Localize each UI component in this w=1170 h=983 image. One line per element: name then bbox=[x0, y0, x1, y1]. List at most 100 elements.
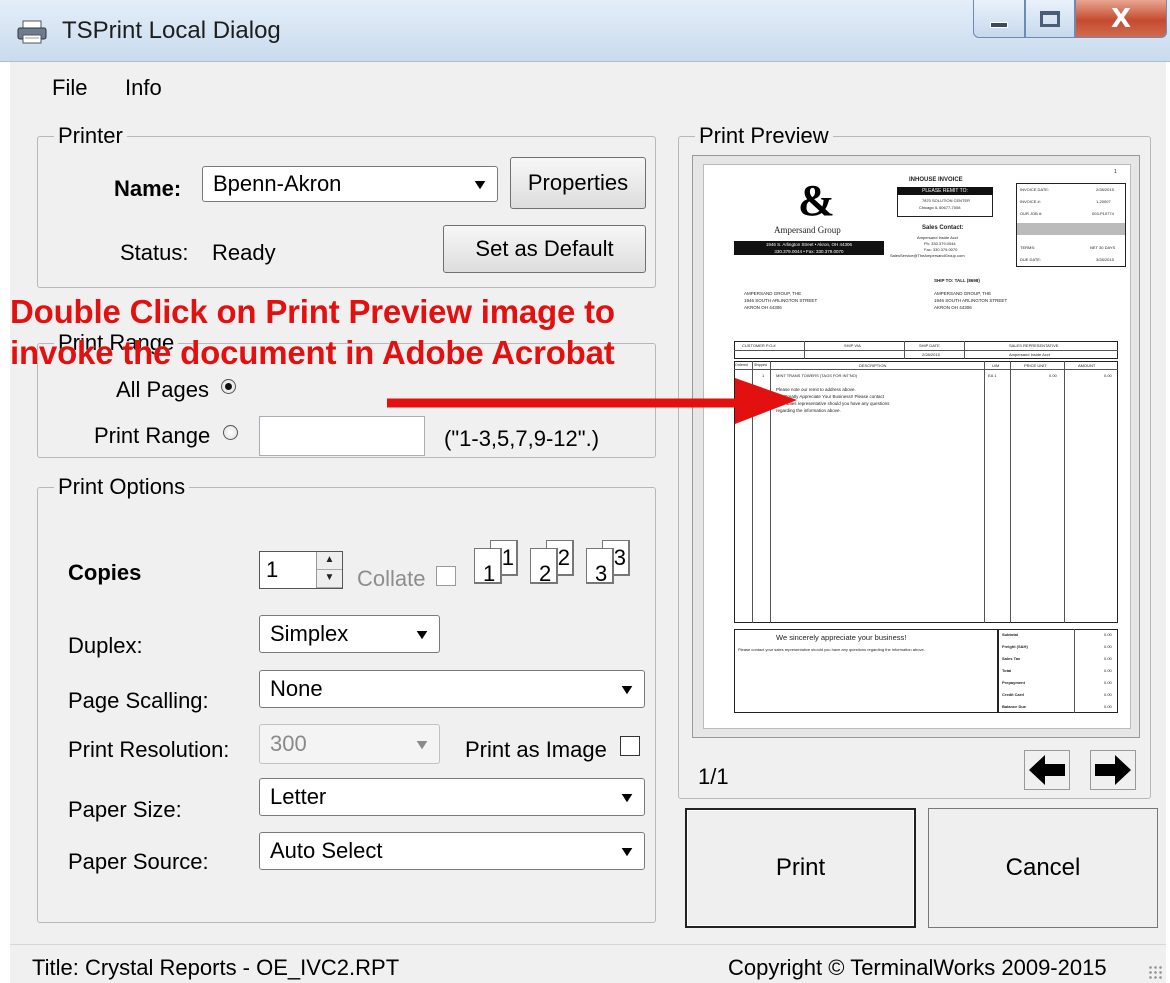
po-value: Ampersand Inside Acct bbox=[1009, 352, 1050, 357]
status-label: Status: bbox=[120, 240, 189, 265]
document-title-text: Title: Crystal Reports - OE_IVC2.RPT bbox=[32, 955, 400, 980]
page-scaling-value: None bbox=[270, 676, 323, 701]
menu-file[interactable]: File bbox=[52, 75, 87, 101]
collate-label: Collate bbox=[357, 566, 426, 591]
paper-size-value: Letter bbox=[270, 784, 327, 809]
close-button[interactable]: X bbox=[1075, 0, 1167, 38]
duplex-label: Duplex: bbox=[68, 633, 143, 658]
meta-value: 003-P10774 bbox=[1092, 211, 1114, 216]
paper-source-label: Paper Source: bbox=[68, 849, 209, 874]
print-preview-group-title: Print Preview bbox=[695, 122, 833, 150]
total-value: 0.00 bbox=[1104, 632, 1112, 637]
ship-to-line: AKRON OH 44306 bbox=[934, 305, 972, 310]
meta-label: OUR JOB #: bbox=[1020, 211, 1043, 216]
page-scaling-label: Page Scalling: bbox=[68, 688, 209, 713]
print-as-image-checkbox[interactable] bbox=[620, 736, 640, 756]
print-resolution-select[interactable]: 300 ▼ bbox=[259, 724, 440, 764]
total-value: 0.00 bbox=[1104, 704, 1112, 709]
menu-info[interactable]: Info bbox=[125, 75, 162, 101]
total-value: 0.00 bbox=[1104, 692, 1112, 697]
sales-contact-line: Ph: 330.379.0044 bbox=[924, 241, 956, 246]
window-title: TSPrint Local Dialog bbox=[62, 17, 281, 44]
print-button[interactable]: Print bbox=[685, 808, 916, 928]
meta-label: INVOICE DATE: bbox=[1020, 187, 1050, 192]
invoice-page-no: 1 bbox=[1114, 169, 1117, 175]
resize-grip-icon[interactable] bbox=[1148, 965, 1162, 979]
printer-name-label: Name: bbox=[114, 176, 182, 201]
annotation-line-2: invoke the document in Adobe Acrobat bbox=[10, 334, 615, 371]
meta-value: 1-20007 bbox=[1096, 199, 1111, 204]
total-value: 0.00 bbox=[1104, 668, 1112, 673]
totals-box bbox=[998, 629, 1118, 713]
menu-bar: File Info bbox=[10, 62, 1166, 110]
line-header: U/M bbox=[992, 363, 1000, 368]
po-table-divider bbox=[734, 350, 1118, 351]
line-item-cell: 0.00 bbox=[1049, 373, 1057, 378]
po-col-divider bbox=[964, 341, 965, 359]
line-items-header-divider bbox=[734, 369, 1118, 370]
collate-page-number: 3 bbox=[595, 561, 608, 586]
collate-page-front: 2 bbox=[530, 548, 558, 586]
close-icon: X bbox=[1110, 3, 1132, 34]
print-as-image-label: Print as Image bbox=[465, 737, 607, 762]
previous-page-button[interactable] bbox=[1024, 750, 1070, 790]
print-range-label: Print Range bbox=[94, 423, 211, 448]
footer-note: Please contact your sales representative… bbox=[738, 647, 925, 652]
sales-contact-line: SalesService@TheAmpersandGroup.com bbox=[890, 253, 965, 258]
total-label: Freight (S&H) bbox=[1002, 644, 1028, 649]
sales-contact-line: Fax: 330.379.0070 bbox=[924, 247, 958, 252]
chevron-down-icon: ▼ bbox=[617, 789, 636, 805]
annotation-arrow-icon bbox=[387, 378, 797, 424]
chevron-down-icon: ▼ bbox=[470, 176, 489, 192]
meta-value: 2/28/2015 bbox=[1096, 187, 1114, 192]
preview-page: 1 & Ampersand Group 1946 S. Arlington St… bbox=[703, 164, 1131, 729]
paper-size-select[interactable]: Letter ▼ bbox=[259, 778, 645, 816]
minimize-button[interactable] bbox=[973, 0, 1025, 38]
po-header: SALES REPRESENTATIVE bbox=[1009, 343, 1059, 348]
po-header: SHIP DATE bbox=[919, 343, 940, 348]
spin-up-icon[interactable]: ▲ bbox=[317, 552, 342, 570]
set-default-button[interactable]: Set as Default bbox=[443, 225, 646, 273]
chevron-down-icon: ▼ bbox=[617, 843, 636, 859]
total-value: 0.00 bbox=[1104, 644, 1112, 649]
arrow-left-icon bbox=[1029, 755, 1065, 785]
remit-line: Chicago IL 60677-7008 bbox=[919, 205, 961, 210]
meta-shaded-row bbox=[1017, 223, 1125, 235]
copies-stepper[interactable]: 1 ▲ ▼ bbox=[259, 551, 343, 589]
total-value: 0.00 bbox=[1104, 680, 1112, 685]
collate-page-3-icon: 3 3 bbox=[586, 540, 636, 586]
collate-page-number: 1 bbox=[501, 545, 514, 570]
properties-button[interactable]: Properties bbox=[510, 157, 646, 209]
title-bar[interactable]: TSPrint Local Dialog X bbox=[0, 0, 1170, 62]
printer-name-select[interactable]: Bpenn-Akron ▼ bbox=[202, 166, 498, 202]
po-value: 2/28/2015 bbox=[922, 352, 940, 357]
print-preview-image[interactable]: 1 & Ampersand Group 1946 S. Arlington St… bbox=[692, 155, 1140, 738]
page-indicator: 1/1 bbox=[698, 764, 729, 789]
bill-to-line: AMPERSAND GROUP, THE bbox=[744, 291, 802, 296]
print-range-radio[interactable] bbox=[223, 425, 238, 440]
total-label: Credit Card bbox=[1002, 692, 1024, 697]
page-scaling-select[interactable]: None ▼ bbox=[259, 670, 645, 708]
company-address-bar: 1946 S. Arlington Street • Akron, OH 443… bbox=[734, 241, 884, 255]
next-page-button[interactable] bbox=[1090, 750, 1136, 790]
meta-label: TERMS: bbox=[1020, 245, 1036, 250]
ship-to-line: 1946 SOUTH ARLINGTON STREET bbox=[934, 298, 1008, 303]
cancel-button[interactable]: Cancel bbox=[928, 808, 1158, 928]
total-label: Sales Tax bbox=[1002, 656, 1021, 661]
chevron-down-icon: ▼ bbox=[412, 626, 431, 642]
line-header: PRICE UNIT bbox=[1024, 363, 1047, 368]
duplex-value: Simplex bbox=[270, 621, 349, 646]
print-resolution-label: Print Resolution: bbox=[68, 737, 230, 762]
invoice-heading: INHOUSE INVOICE bbox=[909, 177, 963, 183]
ship-to-line: AMPERSAND GROUP, THE bbox=[934, 291, 992, 296]
collate-checkbox[interactable] bbox=[436, 566, 456, 586]
collate-page-2-icon: 2 2 bbox=[530, 540, 580, 586]
duplex-select[interactable]: Simplex ▼ bbox=[259, 615, 440, 653]
all-pages-radio[interactable] bbox=[221, 379, 236, 394]
paper-source-value: Auto Select bbox=[270, 838, 383, 863]
spin-down-icon[interactable]: ▼ bbox=[317, 570, 342, 588]
line-item-cell: EA 1 bbox=[988, 373, 997, 378]
bill-to-line: 1946 SOUTH ARLINGTON STREET bbox=[744, 298, 818, 303]
paper-source-select[interactable]: Auto Select ▼ bbox=[259, 832, 645, 870]
maximize-button[interactable] bbox=[1025, 0, 1075, 38]
